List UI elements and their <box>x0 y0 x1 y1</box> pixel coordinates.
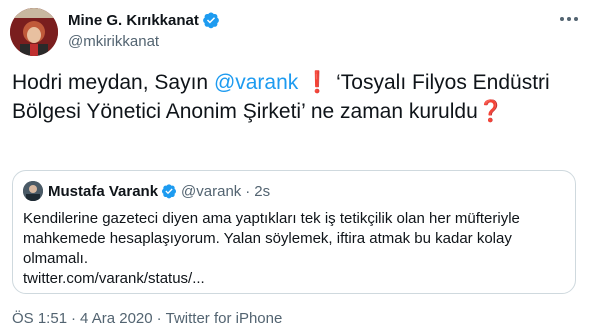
question-emoji-icon: ❓ <box>477 100 504 123</box>
quoted-tweet[interactable]: Mustafa Varank @varank · 2s Kendilerine … <box>12 170 576 294</box>
quoted-tweet-link[interactable]: twitter.com/varank/status/... <box>23 270 205 287</box>
author-name-row: Mine G. Kırıkkanat <box>68 10 220 30</box>
footer-separator-2: · <box>156 310 162 327</box>
more-options-icon[interactable] <box>558 14 580 24</box>
quoted-timestamp: 2s <box>254 182 271 200</box>
quoted-tweet-text: Kendilerine gazeteci diyen ama yaptıklar… <box>23 209 563 289</box>
quoted-author-handle: @varank <box>181 182 242 200</box>
quoted-tweet-header: Mustafa Varank @varank · 2s <box>23 181 270 201</box>
author-block: Mine G. Kırıkkanat @mkirikkanat <box>68 10 220 50</box>
quoted-separator: · <box>245 182 251 200</box>
footer-separator-1: · <box>71 310 77 327</box>
verified-badge-icon <box>203 12 219 29</box>
tweet-date[interactable]: 4 Ara 2020 <box>80 310 153 327</box>
tweet-card: Mine G. Kırıkkanat @mkirikkanat Hodri me… <box>0 0 592 334</box>
tweet-footer: ÖS 1:51 · 4 Ara 2020 · Twitter for iPhone <box>12 310 282 327</box>
author-display-name[interactable]: Mine G. Kırıkkanat <box>68 12 199 29</box>
quoted-author-name: Mustafa Varank <box>48 182 159 200</box>
tweet-time[interactable]: ÖS 1:51 <box>12 310 67 327</box>
author-avatar[interactable] <box>10 8 58 56</box>
author-handle[interactable]: @mkirikkanat <box>68 33 220 50</box>
quoted-verified-badge-icon <box>162 184 177 199</box>
tweet-text: Hodri meydan, Sayın @varank ❗ ‘Tosyalı F… <box>12 68 582 126</box>
mention-link[interactable]: @varank <box>214 71 298 94</box>
tweet-text-part1: Hodri meydan, Sayın <box>12 71 214 94</box>
quoted-avatar-image <box>23 181 43 201</box>
tweet-source[interactable]: Twitter for iPhone <box>166 310 283 327</box>
avatar-image <box>10 8 58 56</box>
quoted-author-avatar <box>23 181 43 201</box>
quoted-tweet-body: Kendilerine gazeteci diyen ama yaptıklar… <box>23 210 520 267</box>
exclamation-emoji-icon: ❗ <box>304 71 331 94</box>
